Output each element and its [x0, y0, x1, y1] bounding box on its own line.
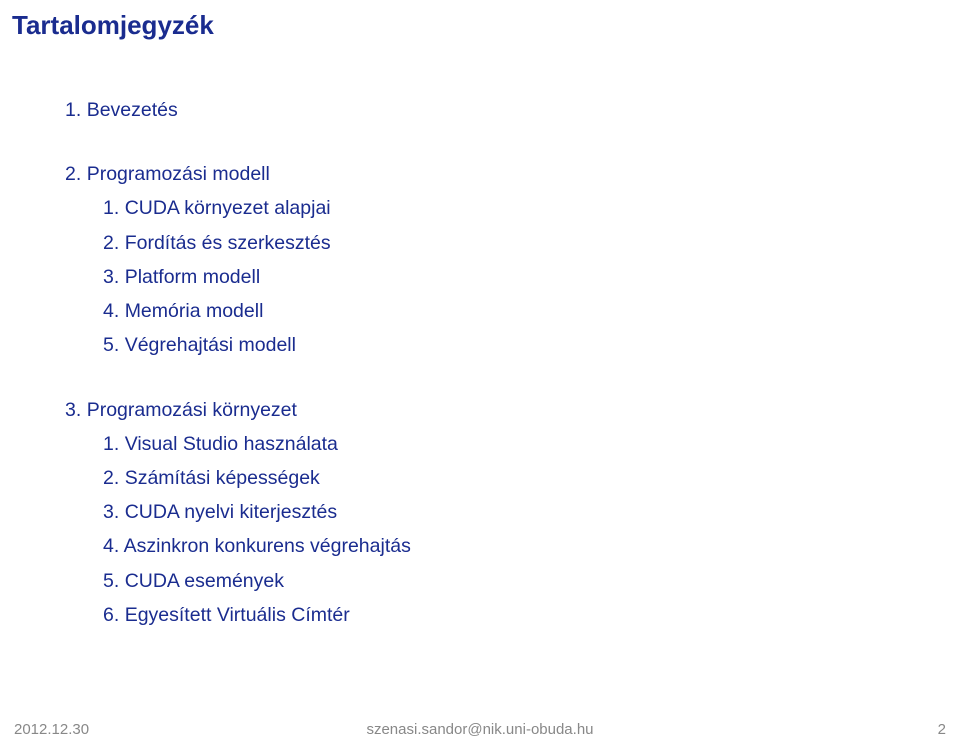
toc-level2-item: 3. CUDA nyelvi kiterjesztés: [65, 497, 411, 527]
toc-label: Végrehajtási modell: [125, 334, 296, 356]
toc-level2-item: 5. Végrehajtási modell: [65, 330, 411, 360]
toc-number: 1.: [103, 433, 119, 455]
toc-number: 4.: [103, 535, 119, 557]
toc-level1-item: 2. Programozási modell: [65, 159, 411, 189]
toc-number: 3.: [65, 399, 81, 421]
toc-level2-item: 1. Visual Studio használata: [65, 429, 411, 459]
toc-number: 2.: [103, 467, 119, 489]
toc-level1-item: 3. Programozási környezet: [65, 395, 411, 425]
toc-level1-item: 1. Bevezetés: [65, 95, 411, 125]
toc-number: 2.: [65, 163, 81, 185]
toc-number: 1.: [103, 197, 119, 219]
toc-number: 4.: [103, 300, 119, 322]
toc-section-2: 2. Programozási modell 1. CUDA környezet…: [65, 159, 411, 360]
toc-label: CUDA nyelvi kiterjesztés: [125, 501, 337, 523]
toc-number: 2.: [103, 232, 119, 254]
toc-label: Memória modell: [125, 300, 264, 322]
footer-email: szenasi.sandor@nik.uni-obuda.hu: [0, 721, 960, 738]
toc-label: Visual Studio használata: [125, 433, 338, 455]
page-title: Tartalomjegyzék: [12, 10, 214, 41]
toc-number: 3.: [103, 266, 119, 288]
toc-number: 5.: [103, 570, 119, 592]
toc-number: 3.: [103, 501, 119, 523]
toc-level2-item: 4. Memória modell: [65, 296, 411, 326]
toc-label: Számítási képességek: [125, 467, 320, 489]
toc-level2-item: 2. Számítási képességek: [65, 463, 411, 493]
toc-label: CUDA események: [125, 570, 284, 592]
toc-level2-item: 1. CUDA környezet alapjai: [65, 193, 411, 223]
toc-level2-item: 6. Egyesített Virtuális Címtér: [65, 600, 411, 630]
toc-number: 6.: [103, 604, 119, 626]
toc-level2-item: 3. Platform modell: [65, 262, 411, 292]
toc-number: 5.: [103, 334, 119, 356]
toc-level2-item: 4. Aszinkron konkurens végrehajtás: [65, 531, 411, 561]
toc-label: Platform modell: [125, 266, 260, 288]
toc-label: Programozási modell: [87, 163, 270, 185]
table-of-contents: 1. Bevezetés 2. Programozási modell 1. C…: [65, 95, 411, 664]
toc-label: Fordítás és szerkesztés: [125, 232, 331, 254]
toc-label: Bevezetés: [87, 99, 178, 121]
toc-section-1: 1. Bevezetés: [65, 95, 411, 125]
toc-label: Egyesített Virtuális Címtér: [125, 604, 350, 626]
toc-label: CUDA környezet alapjai: [125, 197, 331, 219]
slide-page: Tartalomjegyzék 1. Bevezetés 2. Programo…: [0, 0, 960, 735]
toc-number: 1.: [65, 99, 81, 121]
toc-level2-item: 2. Fordítás és szerkesztés: [65, 228, 411, 258]
toc-label: Aszinkron konkurens végrehajtás: [124, 535, 411, 557]
toc-label: Programozási környezet: [87, 399, 297, 421]
toc-section-3: 3. Programozási környezet 1. Visual Stud…: [65, 395, 411, 631]
footer-page-number: 2: [938, 721, 946, 738]
toc-level2-item: 5. CUDA események: [65, 566, 411, 596]
